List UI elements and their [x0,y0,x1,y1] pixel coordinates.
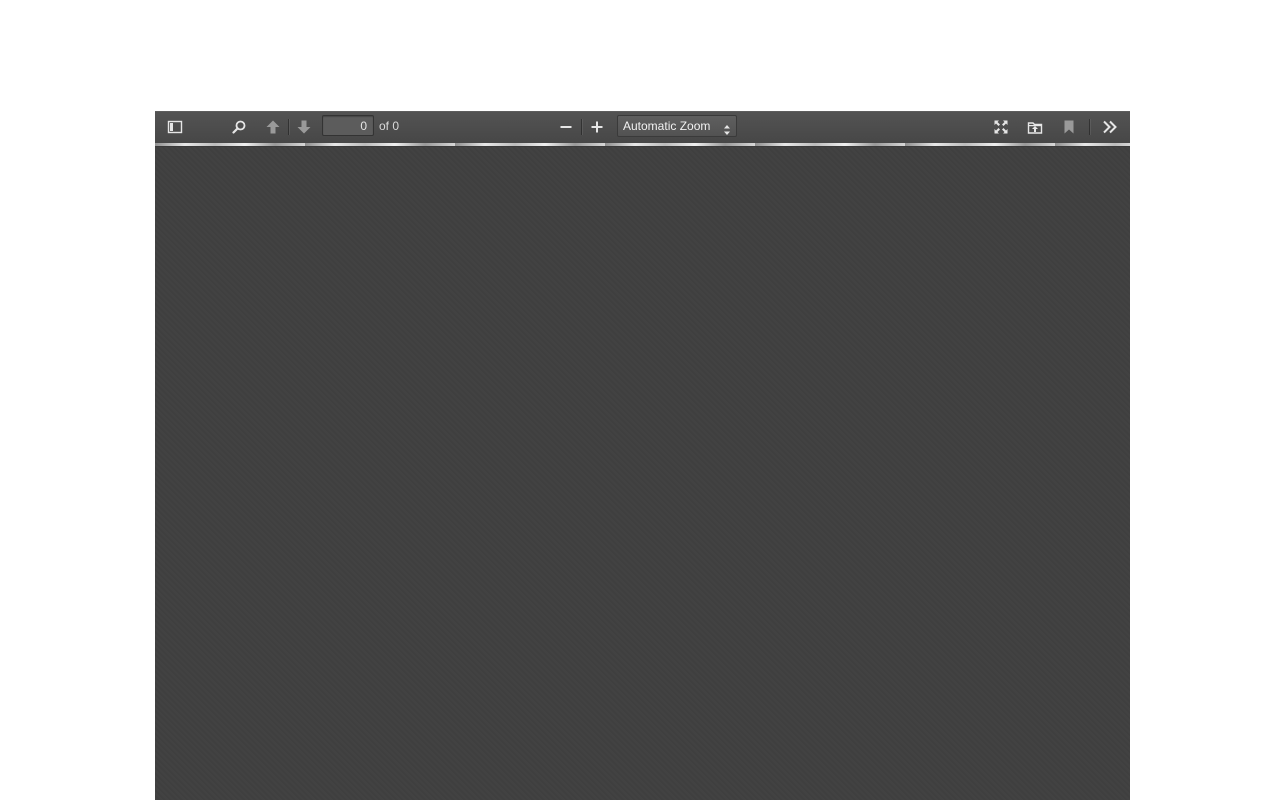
next-page-button[interactable] [291,114,317,140]
viewer-container[interactable] [155,147,1130,800]
separator [288,119,289,135]
presentation-mode-button[interactable] [988,114,1014,140]
open-file-button[interactable] [1022,114,1048,140]
sidebar-toggle-button[interactable] [162,114,188,140]
sidebar-toggle-icon [167,119,183,135]
arrow-down-icon [296,119,312,135]
zoom-in-button[interactable] [584,114,610,140]
fullscreen-icon [993,119,1009,135]
bookmark-button[interactable] [1056,114,1082,140]
loading-bar-glimmer [155,143,1130,146]
separator [581,119,582,135]
previous-page-button[interactable] [260,114,286,140]
page-count-label: of 0 [379,119,400,133]
bookmark-icon [1061,119,1077,135]
tools-button[interactable] [1097,114,1123,140]
double-chevron-right-icon [1102,119,1118,135]
toolbar: of 0 Automatic Zoom [155,111,1130,143]
minus-icon [558,119,574,135]
arrow-up-icon [265,119,281,135]
page-number-input[interactable] [322,115,374,136]
select-arrows-icon [724,121,730,135]
pdf-viewer: of 0 Automatic Zoom [155,111,1130,800]
open-file-icon [1027,119,1043,135]
zoom-select[interactable]: Automatic Zoom [617,115,737,137]
search-icon [231,119,247,135]
zoom-select-value: Automatic Zoom [623,119,711,133]
find-button[interactable] [226,114,252,140]
plus-icon [589,119,605,135]
separator [1089,119,1090,135]
zoom-out-button[interactable] [553,114,579,140]
